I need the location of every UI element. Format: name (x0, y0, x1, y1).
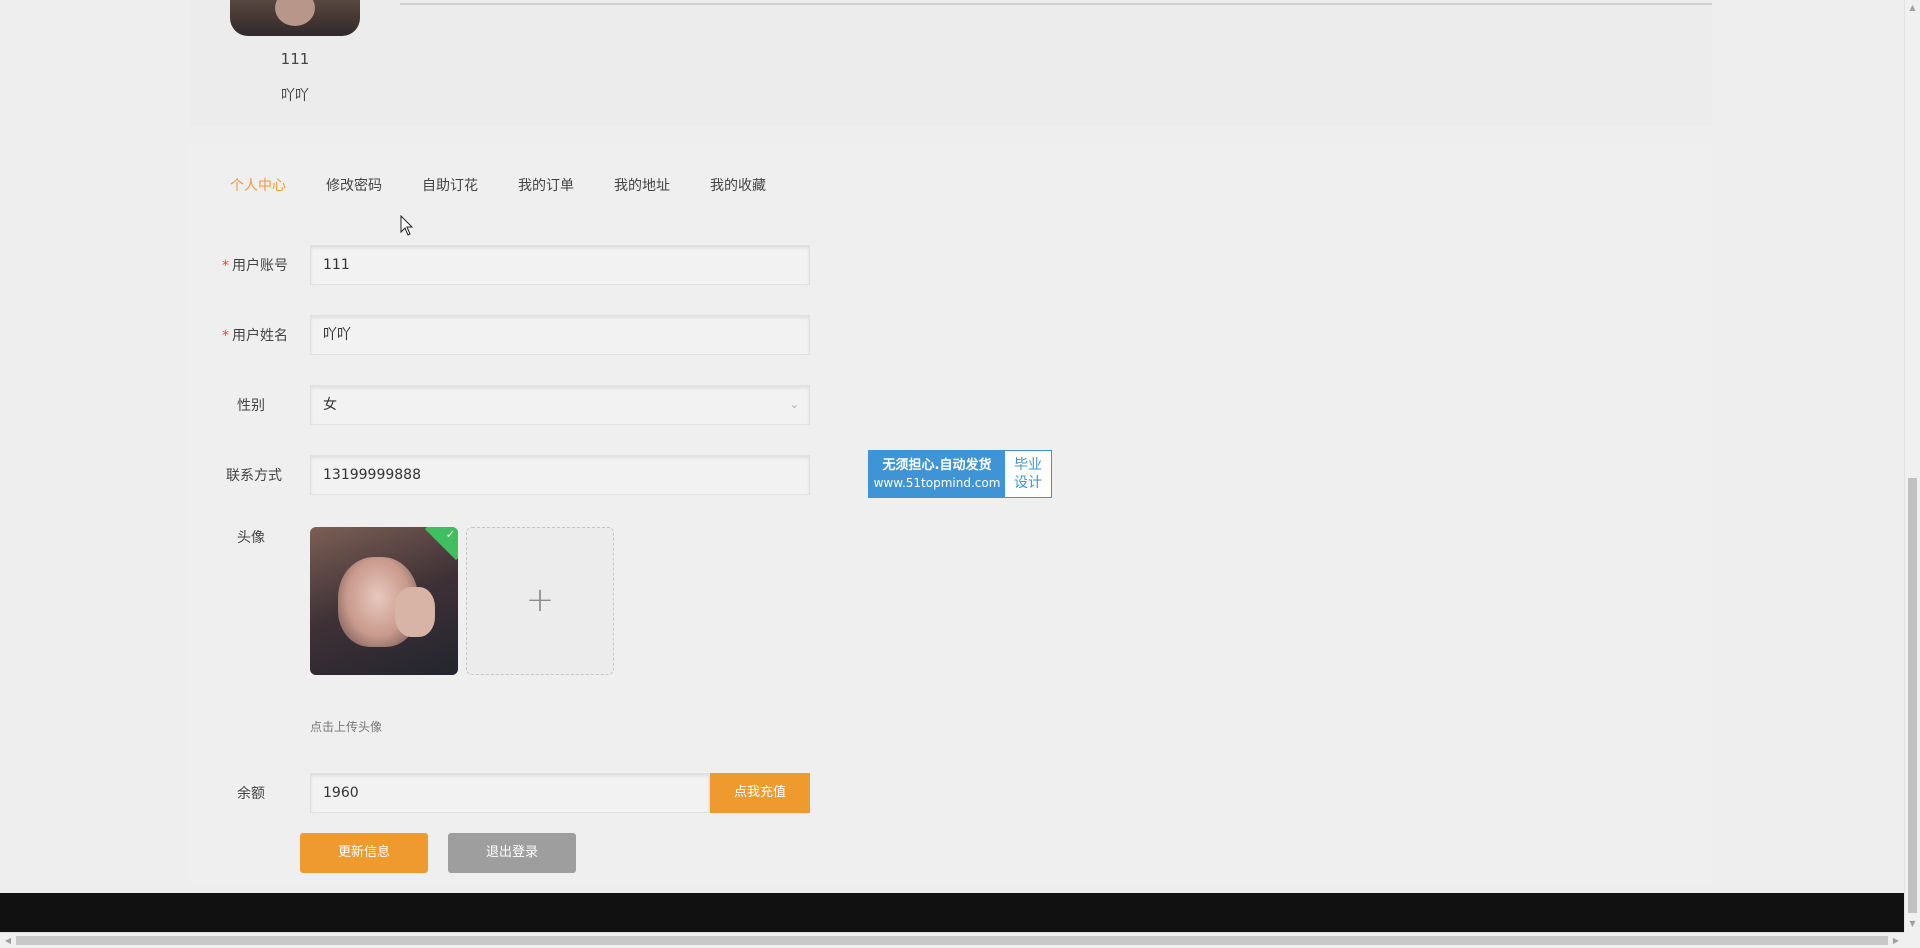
required-mark: * (222, 258, 229, 274)
tab-my-address[interactable]: 我的地址 (614, 175, 670, 195)
scrollbar-corner (1904, 932, 1920, 948)
scroll-down-icon[interactable]: ▼ (1905, 916, 1920, 932)
tab-self-order-flowers[interactable]: 自助订花 (422, 175, 478, 195)
username-label: * 用户姓名 (222, 328, 288, 344)
tab-my-orders[interactable]: 我的订单 (518, 175, 574, 195)
account-label: * 用户账号 (222, 258, 288, 274)
profile-avatar (230, 0, 360, 36)
account-row: * 用户账号 111 (190, 245, 890, 287)
contact-row: 联系方式 13199999888 (190, 455, 890, 497)
avatar-upload-button[interactable]: + (466, 527, 614, 675)
gender-value: 女 (323, 397, 337, 413)
vertical-scrollbar[interactable]: ▲ ▼ (1904, 0, 1920, 932)
watermark-url: www.51topmind.com (873, 476, 1001, 490)
logout-button[interactable]: 退出登录 (448, 833, 576, 873)
recharge-button[interactable]: 点我充值 (710, 773, 810, 813)
account-input[interactable]: 111 (310, 245, 810, 285)
tab-personal-center[interactable]: 个人中心 (230, 175, 286, 195)
page-viewport: 111 吖吖 个人中心 修改密码 自助订花 我的订单 我的地址 我的收藏 * 用户… (0, 0, 1904, 932)
profile-name: 吖吖 (281, 88, 309, 104)
required-mark: * (222, 328, 229, 344)
scroll-right-icon[interactable]: ▶ (1888, 933, 1904, 948)
profile-account: 111 (280, 50, 310, 68)
username-row: * 用户姓名 吖吖 (190, 315, 890, 357)
balance-row: 余额 1960 点我充值 (190, 773, 890, 815)
tab-my-favorites[interactable]: 我的收藏 (710, 175, 766, 195)
avatar-upload-tip: 点击上传头像 (310, 720, 383, 734)
avatar-label: 头像 (237, 530, 265, 546)
gender-label: 性别 (237, 398, 265, 414)
watermark-right-line1: 毕业 (1014, 457, 1042, 473)
balance-input[interactable]: 1960 (310, 773, 710, 813)
avatar-image[interactable]: ✓ (310, 527, 458, 675)
chevron-down-icon: ⌄ (789, 398, 799, 411)
avatar-hand (395, 587, 435, 637)
user-center-tabs: 个人中心 修改密码 自助订花 我的订单 我的地址 我的收藏 (230, 175, 806, 195)
update-info-button[interactable]: 更新信息 (300, 833, 428, 873)
scroll-up-icon[interactable]: ▲ (1905, 0, 1920, 16)
user-center-panel: 个人中心 修改密码 自助订花 我的订单 我的地址 我的收藏 * 用户账号 111 … (190, 145, 1712, 885)
footer-bar (0, 893, 1904, 932)
top-divider (400, 3, 1712, 5)
mouse-cursor-icon (400, 215, 414, 236)
profile-card: 111 吖吖 (190, 0, 1712, 126)
watermark-right-line2: 设计 (1014, 475, 1042, 491)
gender-select[interactable]: 女 ⌄ (310, 385, 810, 425)
username-input[interactable]: 吖吖 (310, 315, 810, 355)
check-icon: ✓ (445, 528, 455, 541)
vertical-scroll-thumb[interactable] (1908, 478, 1917, 913)
gender-row: 性别 女 ⌄ (190, 385, 890, 427)
watermark-slogan: 无须担心.自动发货 (882, 458, 992, 473)
contact-label: 联系方式 (226, 468, 282, 484)
tab-change-password[interactable]: 修改密码 (326, 175, 382, 195)
scroll-left-icon[interactable]: ◀ (0, 933, 16, 948)
watermark-badge: 无须担心.自动发货 www.51topmind.com 毕业 设计 (868, 450, 1052, 498)
balance-label: 余额 (237, 786, 265, 802)
horizontal-scroll-thumb[interactable] (16, 936, 1888, 945)
horizontal-scrollbar[interactable]: ◀ ▶ (0, 932, 1904, 948)
contact-input[interactable]: 13199999888 (310, 455, 810, 495)
